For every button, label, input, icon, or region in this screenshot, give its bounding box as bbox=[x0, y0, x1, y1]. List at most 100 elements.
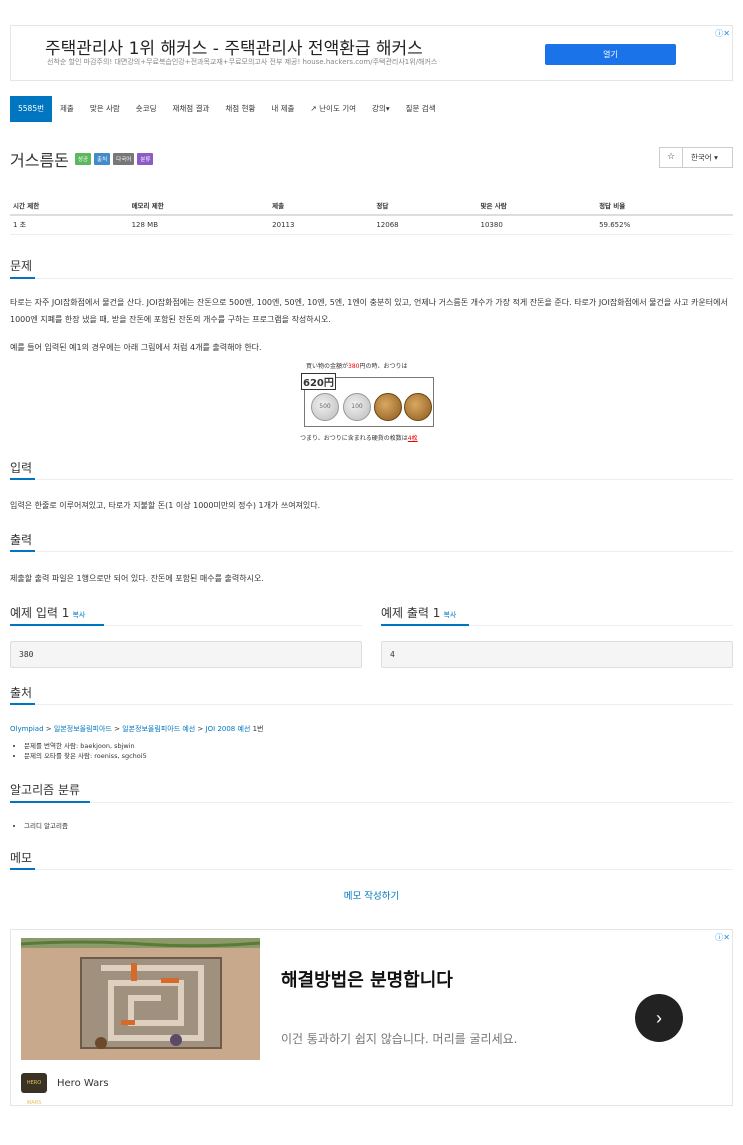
submission-count: 20113 bbox=[269, 215, 374, 235]
section-source-heading: 출처 bbox=[10, 686, 33, 700]
accepted-count: 12068 bbox=[373, 215, 478, 235]
source-link-joi-prelim[interactable]: 일본정보올림피아드 예선 bbox=[122, 725, 195, 733]
nav-short-coding[interactable]: 숏코딩 bbox=[128, 96, 165, 122]
divider bbox=[10, 551, 733, 552]
hero-wars-logo: HERO WARS bbox=[21, 1073, 47, 1106]
algorithm-item[interactable]: 그리디 알고리즘 bbox=[24, 821, 68, 831]
language-label: 한국어 bbox=[691, 153, 712, 162]
star-icon[interactable]: ☆ bbox=[659, 147, 683, 168]
source-link-olympiad[interactable]: Olympiad bbox=[10, 725, 44, 733]
problem-nav: 5585번 제출 맞은 사람 숏코딩 재채점 결과 채점 현황 내 제출 ↗ 난… bbox=[10, 96, 444, 122]
ad-game-image[interactable] bbox=[21, 938, 260, 1060]
accept-ratio: 59.652% bbox=[596, 215, 733, 235]
problem-tools: ☆ 한국어 ▾ bbox=[659, 147, 733, 168]
ad-description: 이건 통과하기 쉽지 않습니다. 머리를 굴리세요. bbox=[281, 1032, 518, 1046]
source-breadcrumb: Olympiad > 일본정보올림피아드 > 일본정보올림피아드 예선 > JO… bbox=[10, 725, 264, 733]
ad-brand[interactable]: HERO WARS Hero Wars bbox=[21, 1073, 109, 1106]
table-row: 1 초 128 MB 20113 12068 10380 59.652% bbox=[10, 215, 733, 235]
accepted-users: 10380 bbox=[477, 215, 597, 235]
top-ad-banner[interactable]: 주택관리사 1위 해커스 - 주택관리사 전액환급 해커스 선착순 할인 마감주… bbox=[10, 25, 733, 81]
page-title: 거스름돈 bbox=[10, 151, 69, 170]
nav-difficulty-contribution[interactable]: ↗ 난이도 기여 bbox=[302, 96, 364, 122]
divider bbox=[10, 703, 35, 705]
divider bbox=[10, 802, 733, 803]
problem-example-text: 예를 들어 입력된 예1의 경우에는 아래 그림에서 처럼 4개를 출력해야 한… bbox=[10, 343, 262, 352]
chevron-right-icon[interactable]: › bbox=[635, 994, 683, 1042]
figure-caption-bottom: つまり、おつりに含まれる硬貨の枚数は4枚 bbox=[300, 435, 418, 442]
algorithm-list: 그리디 알고리즘 bbox=[24, 821, 68, 831]
problem-info-table: 시간 제한 메모리 제한 제출 정답 맞은 사람 정답 비율 1 초 128 M… bbox=[10, 196, 733, 235]
external-link-icon: ↗ bbox=[310, 104, 320, 113]
source-link-joi-2008[interactable]: JOI 2008 예선 bbox=[206, 725, 251, 733]
section-algorithm-heading: 알고리즘 분류 bbox=[10, 783, 81, 797]
copy-output-link[interactable]: 복사 bbox=[443, 611, 456, 619]
nav-lectures-dropdown[interactable]: 강의▾ bbox=[364, 96, 398, 122]
nav-problem-number[interactable]: 5585번 bbox=[10, 96, 52, 122]
table-header: 정답 bbox=[373, 196, 478, 216]
table-header: 메모리 제한 bbox=[128, 196, 270, 216]
divider bbox=[10, 278, 733, 279]
section-memo-heading: 메모 bbox=[10, 851, 33, 865]
ad-choices-icon[interactable]: ⓘ✕ bbox=[715, 932, 730, 943]
divider bbox=[10, 869, 733, 870]
ad-headline[interactable]: 해결방법은 분명합니다 bbox=[281, 966, 453, 992]
write-memo-link[interactable]: 메모 작성하기 bbox=[0, 888, 743, 902]
divider bbox=[381, 624, 469, 626]
sample-input-heading: 예제 입력 1 복사 bbox=[10, 606, 86, 620]
sample-input-box[interactable]: 380 bbox=[10, 641, 362, 668]
input-description: 입력은 한줄로 이루어져있고, 타로가 지불할 돈(1 이상 1000미만의 정… bbox=[10, 501, 321, 510]
problem-title-row: 거스름돈 성공 출처 다국어 분류 bbox=[10, 147, 154, 171]
figure-caption-top: 買い物の金額が380円の時、おつりは bbox=[306, 363, 408, 370]
coin-10-icon bbox=[374, 393, 402, 421]
source-link-joi[interactable]: 일본정보올림피아드 bbox=[54, 725, 112, 733]
table-header: 시간 제한 bbox=[10, 196, 129, 216]
list-item: 문제의 오타를 찾은 사람: roeniss, sgchoi5 bbox=[24, 751, 147, 761]
caret-down-icon: ▾ bbox=[714, 153, 718, 162]
divider bbox=[10, 704, 733, 705]
ad-title[interactable]: 주택관리사 1위 해커스 - 주택관리사 전액환급 해커스 bbox=[45, 34, 423, 59]
language-select[interactable]: 한국어 ▾ bbox=[683, 147, 733, 168]
divider bbox=[10, 479, 733, 480]
divider bbox=[10, 624, 104, 626]
memory-limit: 128 MB bbox=[128, 215, 270, 235]
time-limit: 1 초 bbox=[10, 215, 129, 235]
problem-description: 타로는 자주 JOI잡화점에서 물건을 산다. JOI잡화점에는 잔돈으로 50… bbox=[10, 298, 728, 324]
ad-description: 선착순 할인 마감주의! 대면강의+무료복습인강+전과목교재+무료모의고사 전부… bbox=[47, 58, 438, 66]
table-header: 정답 비율 bbox=[596, 196, 733, 216]
table-header: 제출 bbox=[269, 196, 374, 216]
badge-multilang[interactable]: 다국어 bbox=[113, 153, 135, 165]
nav-difficulty-label: 난이도 기여 bbox=[319, 104, 357, 113]
nav-question-search[interactable]: 질문 검색 bbox=[398, 96, 444, 122]
sample-output-box[interactable]: 4 bbox=[381, 641, 733, 668]
ad-choices-icon[interactable]: ⓘ✕ bbox=[715, 28, 730, 39]
nav-rejudge-result[interactable]: 재채점 결과 bbox=[165, 96, 218, 122]
divider bbox=[10, 478, 35, 480]
ad-brand-name: Hero Wars bbox=[57, 1077, 109, 1089]
output-description: 제출할 출력 파일은 1행으로만 되어 있다. 잔돈에 포함된 매수를 출력하시… bbox=[10, 574, 264, 583]
divider bbox=[10, 868, 35, 870]
bottom-ad-banner[interactable]: HERO WARS Hero Wars 해결방법은 분명합니다 이건 통과하기 … bbox=[10, 929, 733, 1106]
nav-submit[interactable]: 제출 bbox=[52, 96, 82, 122]
nav-accepted-users[interactable]: 맞은 사람 bbox=[82, 96, 128, 122]
badge-source[interactable]: 출처 bbox=[94, 153, 111, 165]
table-header: 맞은 사람 bbox=[477, 196, 597, 216]
coin-10-icon bbox=[404, 393, 432, 421]
nav-my-submissions[interactable]: 내 제출 bbox=[263, 96, 302, 122]
divider bbox=[10, 801, 90, 803]
coin-500-icon: 500 bbox=[311, 393, 339, 421]
coin-100-icon: 100 bbox=[343, 393, 371, 421]
badge-category[interactable]: 분류 bbox=[137, 153, 154, 165]
divider bbox=[10, 550, 35, 552]
copy-input-link[interactable]: 복사 bbox=[72, 611, 85, 619]
nav-status[interactable]: 채점 현황 bbox=[217, 96, 263, 122]
sample-output-heading: 예제 출력 1 복사 bbox=[381, 606, 457, 620]
list-item: 문제를 번역한 사람: baekjoon, sbjwin bbox=[24, 741, 147, 751]
section-input-heading: 입력 bbox=[10, 461, 33, 475]
divider bbox=[10, 277, 35, 279]
problem-figure: 買い物の金額が380円の時、おつりは 620円 500 100 つまり、おつりに… bbox=[298, 361, 458, 445]
figure-price-tag: 620円 bbox=[301, 373, 336, 390]
ad-open-button[interactable]: 열기 bbox=[545, 44, 676, 65]
section-problem-heading: 문제 bbox=[10, 259, 33, 273]
source-credits: 문제를 번역한 사람: baekjoon, sbjwin 문제의 오타를 찾은 … bbox=[24, 741, 147, 761]
badge-success[interactable]: 성공 bbox=[74, 153, 92, 165]
